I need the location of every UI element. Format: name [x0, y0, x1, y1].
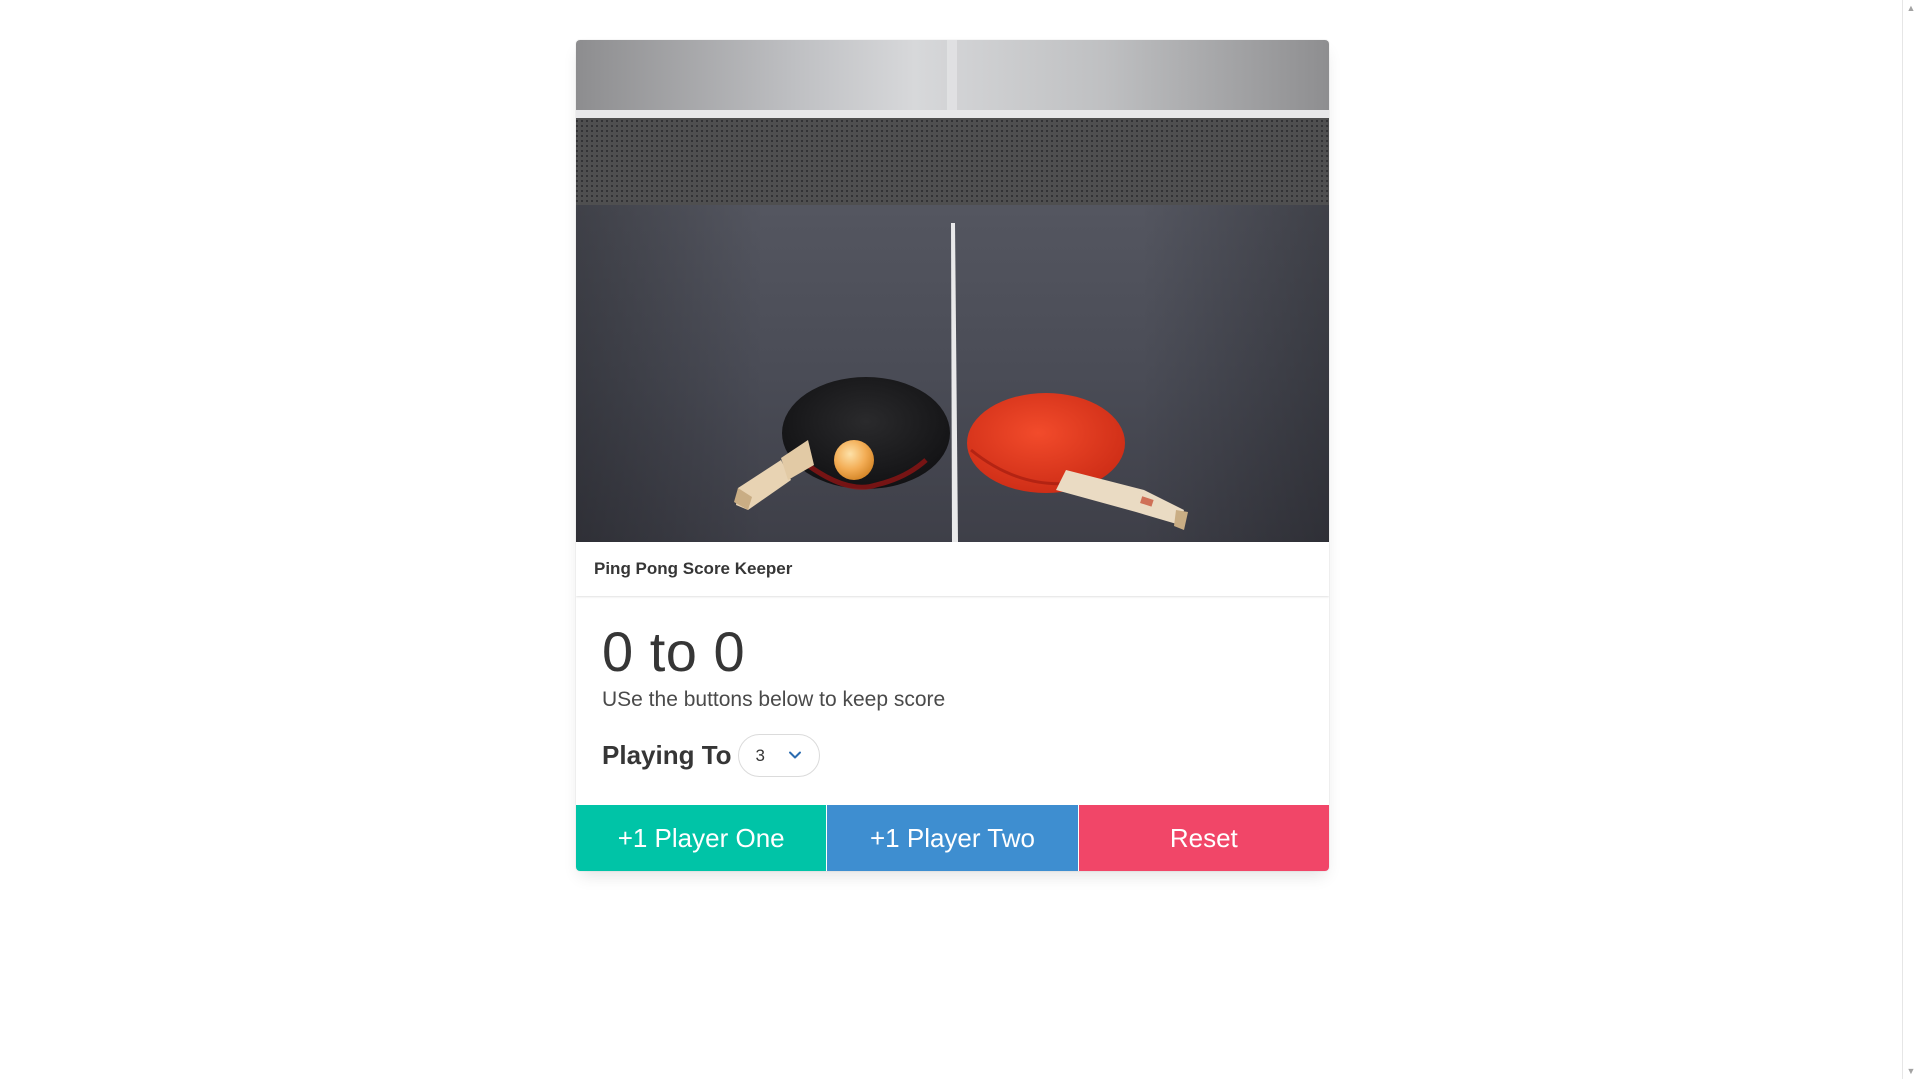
playing-to-value: 3 [755, 745, 765, 765]
score-keeper-card: Ping Pong Score Keeper 0 to 0 USe the bu… [576, 40, 1329, 871]
score-display: 0 to 0 [602, 620, 746, 683]
card-header: Ping Pong Score Keeper [576, 542, 1329, 596]
playing-to-row: Playing To 3 [602, 734, 1303, 777]
card-title: Ping Pong Score Keeper [594, 559, 793, 578]
ping-pong-photo [576, 40, 1329, 542]
vertical-scrollbar[interactable]: ▲ ▼ [1902, 0, 1919, 1079]
chevron-down-icon [788, 751, 801, 759]
player-two-button[interactable]: +1 Player Two [827, 805, 1078, 871]
instructions-text: USe the buttons below to keep score [602, 688, 946, 711]
playing-to-label: Playing To [602, 740, 732, 770]
card-content: 0 to 0 USe the buttons below to keep sco… [576, 596, 1329, 805]
page: Ping Pong Score Keeper 0 to 0 USe the bu… [0, 0, 1919, 1079]
playing-to-select[interactable]: 3 [737, 734, 820, 777]
scroll-down-arrow-icon[interactable]: ▼ [1903, 1063, 1919, 1079]
card-footer: +1 Player One +1 Player Two Reset [576, 805, 1329, 871]
scroll-up-arrow-icon[interactable]: ▲ [1903, 0, 1919, 16]
reset-button[interactable]: Reset [1078, 805, 1329, 871]
player-one-button[interactable]: +1 Player One [576, 805, 827, 871]
